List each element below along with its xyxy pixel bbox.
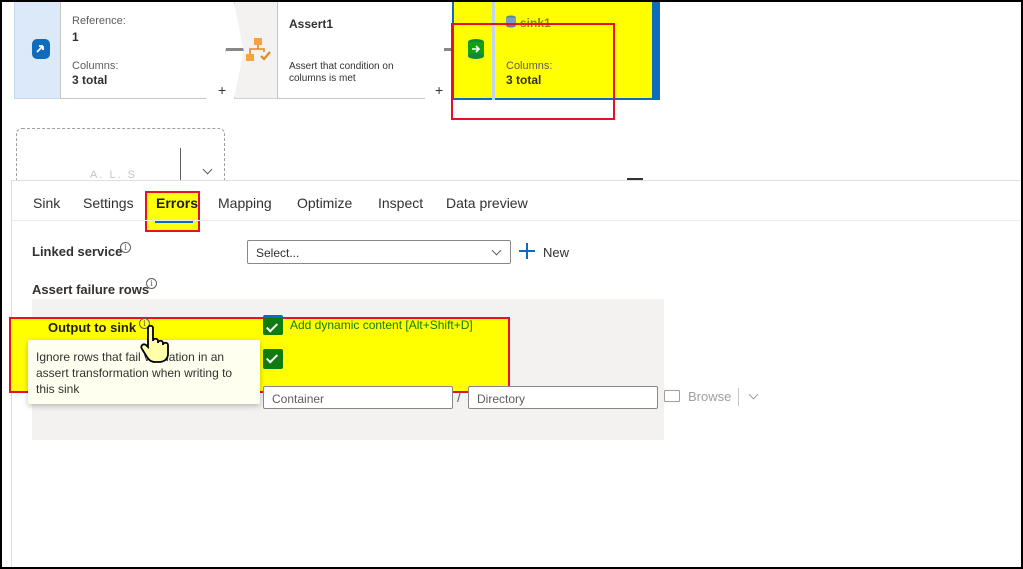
plus-icon — [519, 243, 535, 259]
info-icon[interactable]: i — [146, 278, 157, 289]
chevron-down-icon — [491, 245, 502, 256]
tab-mapping[interactable]: Mapping — [216, 195, 274, 211]
add-transform-button[interactable]: + — [435, 82, 443, 98]
source-columns-value: 3 total — [72, 73, 108, 87]
new-button-label: New — [543, 245, 570, 260]
container-input[interactable]: Container — [263, 386, 453, 409]
source-reference-value: 1 — [72, 30, 79, 44]
linked-service-label: Linked service — [32, 244, 123, 259]
connector-line — [226, 48, 246, 51]
sink-annotation-box — [451, 23, 615, 120]
tab-inspect[interactable]: Inspect — [376, 195, 425, 211]
linked-service-select[interactable]: Select... — [247, 240, 511, 264]
output-to-sink-checkbox[interactable] — [263, 315, 283, 335]
sink-selected-rail — [652, 2, 658, 100]
tab-optimize[interactable]: Optimize — [295, 195, 354, 211]
output-to-sink-label: Output to sink — [48, 320, 137, 335]
source-columns-label: Columns: — [72, 60, 119, 72]
tab-sink[interactable]: Sink — [31, 195, 62, 211]
placeholder-divider — [180, 148, 181, 180]
info-icon[interactable]: i — [120, 242, 131, 253]
add-transform-button[interactable]: + — [218, 82, 226, 98]
tab-settings[interactable]: Settings — [81, 195, 136, 211]
source-database-icon — [32, 39, 50, 59]
active-tab-indicator — [155, 221, 193, 223]
browse-label: Browse — [688, 389, 732, 404]
source-reference-label: Reference: — [72, 15, 126, 27]
data-flow-canvas[interactable]: Reference: 1 Columns: 3 total + Assert1 … — [2, 2, 1021, 188]
app-window: Reference: 1 Columns: 3 total + Assert1 … — [0, 0, 1023, 569]
tabs-divider — [12, 220, 1021, 221]
assert-failure-rows-label: Assert failure rows — [32, 282, 150, 297]
assert-node-title: Assert1 — [289, 17, 334, 31]
check-icon — [265, 320, 279, 333]
folder-icon — [664, 390, 680, 402]
hand-cursor-icon — [140, 324, 169, 363]
path-separator: / — [457, 389, 461, 405]
assert-icon — [246, 38, 271, 61]
assert-rows-checkbox[interactable] — [263, 349, 283, 369]
add-dynamic-content-link[interactable]: Add dynamic content [Alt+Shift+D] — [290, 318, 473, 332]
linked-service-value: Select... — [256, 246, 300, 260]
tab-errors[interactable]: Errors — [154, 195, 200, 211]
directory-input[interactable]: Directory — [468, 386, 658, 409]
tab-data-preview[interactable]: Data preview — [444, 195, 530, 211]
browse-divider — [738, 388, 739, 406]
check-icon — [265, 351, 279, 364]
assert-node-description: Assert that condition on columns is met — [289, 61, 394, 84]
